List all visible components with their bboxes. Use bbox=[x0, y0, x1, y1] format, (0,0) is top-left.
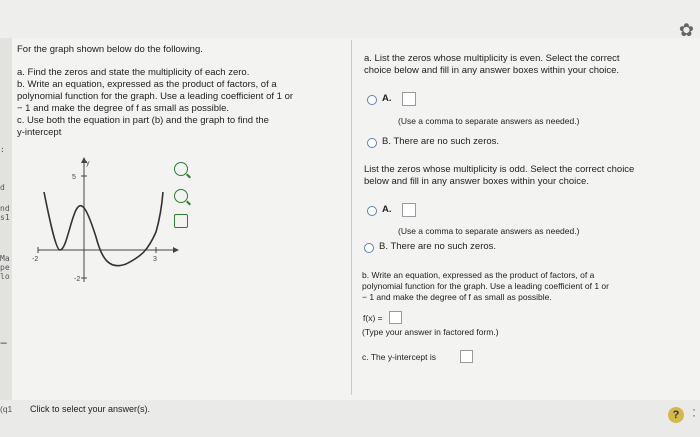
fx-answer-box[interactable] bbox=[389, 311, 402, 324]
odd-option-a-note: (Use a comma to separate answers as need… bbox=[398, 226, 580, 236]
y-axis-label: y bbox=[86, 160, 90, 167]
odd-prompt: List the zeros whose multiplicity is odd… bbox=[364, 164, 635, 175]
even-option-a-label[interactable]: A. bbox=[382, 93, 392, 105]
edge-text: nd bbox=[0, 204, 10, 213]
part-b-prompt: b. Write an equation, expressed as the p… bbox=[362, 270, 595, 280]
part-a-prompt: choice below and fill in any answer boxe… bbox=[364, 65, 620, 76]
odd-option-a-label[interactable]: A. bbox=[382, 204, 392, 216]
part-a-prompt: a. List the zeros whose multiplicity is … bbox=[364, 53, 620, 64]
polynomial-graph: y 5 -2 -2 3 bbox=[32, 157, 179, 283]
polynomial-curve bbox=[43, 191, 164, 267]
odd-option-a-radio[interactable] bbox=[367, 206, 377, 216]
edge-text: lo bbox=[0, 272, 10, 281]
part-b-prompt: polynomial function for the graph. Use a… bbox=[362, 281, 609, 291]
part-b-instruction: polynomial function for the graph. Use a… bbox=[17, 91, 294, 102]
odd-option-b-radio[interactable] bbox=[364, 243, 374, 253]
edge-text: (q1 bbox=[0, 404, 13, 414]
edge-text: d bbox=[0, 183, 5, 192]
y-tick-label: -2 bbox=[74, 276, 80, 283]
y-intercept-answer-box[interactable] bbox=[460, 350, 473, 363]
edge-text: : bbox=[0, 145, 5, 154]
new-window-icon[interactable] bbox=[174, 214, 188, 228]
click-to-select-label[interactable]: Click to select your answer(s). bbox=[30, 404, 150, 416]
x-tick-label: -2 bbox=[32, 256, 38, 263]
even-option-b-radio[interactable] bbox=[367, 138, 377, 148]
part-c-instruction: c. Use both the equation in part (b) and… bbox=[17, 115, 269, 126]
even-option-a-radio[interactable] bbox=[367, 95, 377, 105]
y-tick-label: 5 bbox=[72, 174, 76, 181]
part-c-instruction: y-intercept bbox=[17, 127, 62, 138]
even-option-b-label[interactable]: B. There are no such zeros. bbox=[382, 136, 499, 148]
top-bar bbox=[0, 0, 700, 38]
edge-text: Ma bbox=[0, 254, 10, 263]
part-a-instruction: a. Find the zeros and state the multipli… bbox=[17, 67, 250, 78]
odd-prompt: below and fill in any answer boxes withi… bbox=[364, 176, 589, 187]
zoom-out-icon[interactable] bbox=[174, 189, 188, 203]
column-divider bbox=[351, 40, 352, 395]
fx-note: (Type your answer in factored form.) bbox=[362, 327, 499, 337]
part-b-instruction: − 1 and make the degree of f as small as… bbox=[17, 103, 230, 114]
zoom-in-icon[interactable] bbox=[174, 162, 188, 176]
part-b-instruction: b. Write an equation, expressed as the p… bbox=[17, 79, 277, 90]
edge-text: s1 bbox=[0, 213, 10, 222]
help-button[interactable]: ? bbox=[668, 407, 684, 423]
left-edge-strip bbox=[0, 38, 12, 437]
part-b-prompt: − 1 and make the degree of f as small as… bbox=[362, 292, 552, 302]
odd-option-b-label[interactable]: B. There are no such zeros. bbox=[379, 241, 496, 253]
odd-zeros-answer-box[interactable] bbox=[402, 203, 416, 217]
part-c-prompt: c. The y-intercept is bbox=[362, 352, 437, 362]
edge-text: − bbox=[0, 336, 8, 350]
x-axis-arrow bbox=[173, 247, 179, 253]
question-intro: For the graph shown below do the followi… bbox=[17, 44, 203, 55]
even-zeros-answer-box[interactable] bbox=[402, 92, 416, 106]
x-tick-label: 3 bbox=[153, 256, 157, 263]
more-options-icon[interactable]: · · bbox=[692, 403, 696, 421]
edge-text: pe bbox=[0, 263, 10, 272]
even-option-a-note: (Use a comma to separate answers as need… bbox=[398, 116, 580, 126]
fx-label: f(x) = bbox=[363, 313, 383, 323]
